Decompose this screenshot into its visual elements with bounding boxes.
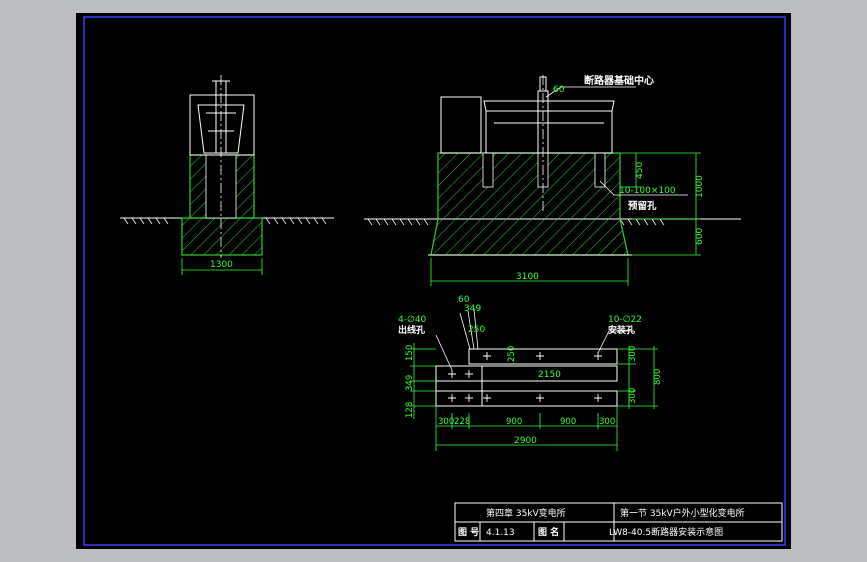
callout-holes-name: 预留孔 bbox=[628, 200, 657, 212]
dim-front-total: 1000 bbox=[695, 175, 705, 198]
section-foundation bbox=[181, 217, 263, 256]
dim-plan-2900: 2900 bbox=[514, 436, 537, 446]
dim-plan-right-300b: 300 bbox=[628, 388, 638, 404]
title-drawing-no-label: 图 号 bbox=[458, 527, 479, 538]
callout-right-name: 安装孔 bbox=[608, 324, 635, 336]
callout-right-count: 10-∅22 bbox=[608, 315, 642, 325]
callout-left-name: 出线孔 bbox=[398, 324, 425, 336]
callout-left-count: 4-∅40 bbox=[398, 315, 427, 325]
dim-front-top: 450 bbox=[635, 162, 645, 179]
title-drawing-name: LW8-40.5断路器安装示意图 bbox=[609, 526, 723, 538]
dim-plan-349: 349 bbox=[405, 375, 415, 391]
plan-top-leaders bbox=[435, 308, 634, 371]
plan-left-block bbox=[435, 365, 483, 407]
dim-plan-right-300a: 300 bbox=[628, 346, 638, 362]
plan-view: 4-∅40 出线孔 10-∅22 安装孔 60 349 250 150 349 … bbox=[398, 295, 663, 451]
dim-front-bottom: 600 bbox=[695, 228, 705, 245]
breaker-front-silhouette bbox=[440, 76, 615, 154]
breaker-side-silhouette bbox=[189, 80, 255, 156]
dim-section-width: 1300 bbox=[210, 260, 233, 270]
plan-strip-bottom bbox=[435, 390, 618, 407]
title-section: 第一节 35kV户外小型化变电所 bbox=[620, 507, 745, 519]
dim-plan-128: 128 bbox=[405, 402, 415, 418]
dim-plan-900b: 900 bbox=[560, 417, 576, 427]
cad-drawing: 1300 断路器基础中心 60 10-100×100 预留孔 3100 450 … bbox=[83, 16, 786, 546]
callout-center: 断路器基础中心 bbox=[584, 74, 654, 87]
callout-holes-count: 10-100×100 bbox=[619, 186, 676, 196]
plan-strip-top bbox=[468, 348, 618, 365]
plan-strip-middle bbox=[435, 365, 618, 382]
section-view: 1300 bbox=[120, 75, 334, 275]
drawing-canvas: 1300 断路器基础中心 60 10-100×100 预留孔 3100 450 … bbox=[76, 13, 791, 549]
dim-plan-250: 250 bbox=[468, 325, 485, 335]
dim-plan-2150: 2150 bbox=[538, 370, 561, 380]
dim-plan-300a: 300 bbox=[438, 417, 454, 427]
dim-front-width: 3100 bbox=[516, 272, 539, 282]
dim-plan-228: 228 bbox=[454, 417, 470, 427]
plan-holes bbox=[448, 352, 602, 402]
dim-plan-250b: 250 bbox=[507, 346, 517, 362]
title-drawing-name-label: 图 名 bbox=[538, 526, 559, 538]
title-chapter: 第四章 35kV变电所 bbox=[486, 507, 566, 519]
dim-plan-150: 150 bbox=[405, 345, 415, 361]
title-drawing-no: 4.1.13 bbox=[486, 528, 515, 538]
dim-plan-right-800: 800 bbox=[653, 369, 663, 385]
dim-plan-900a: 900 bbox=[506, 417, 522, 427]
dim-plan-300b: 300 bbox=[599, 417, 615, 427]
front-view: 断路器基础中心 60 10-100×100 预留孔 3100 450 1000 … bbox=[364, 74, 741, 286]
callout-offset: 60 bbox=[553, 85, 565, 95]
dim-plan-top-349: 349 bbox=[464, 304, 481, 314]
